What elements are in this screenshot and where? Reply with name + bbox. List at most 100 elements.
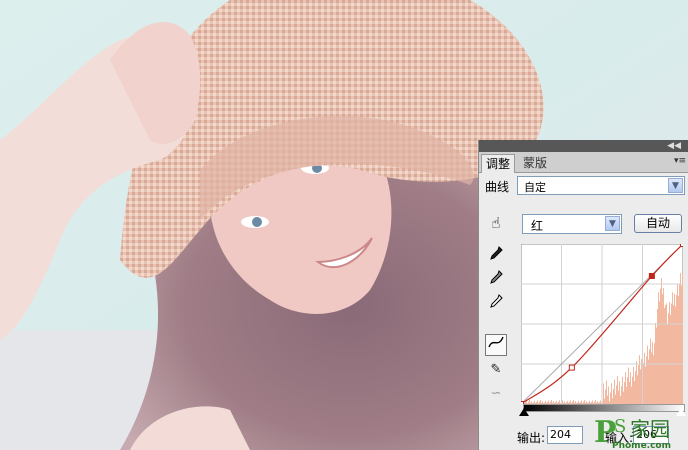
histogram-bar: [615, 394, 616, 404]
histogram-bar: [679, 284, 680, 404]
curve-control-point[interactable]: [648, 273, 655, 279]
histogram-bar: [656, 327, 657, 404]
collapse-icon[interactable]: ◀◀: [667, 140, 681, 152]
histogram-bar: [676, 294, 677, 404]
histogram-bar: [633, 366, 634, 404]
curve-edit-icon[interactable]: [485, 334, 507, 356]
svg-text:Phome.com: Phome.com: [612, 441, 671, 450]
histogram-bar: [648, 359, 649, 404]
output-field[interactable]: 204: [547, 426, 583, 444]
preset-value: 自定: [524, 181, 546, 194]
histogram-bar: [634, 381, 635, 404]
histogram-bar: [611, 383, 612, 404]
histogram-bar: [654, 343, 655, 404]
histogram-bar: [677, 283, 678, 404]
panel-menu-icon[interactable]: ▾≡: [674, 156, 686, 166]
histogram-bar: [638, 365, 639, 404]
histogram-bar: [606, 380, 607, 404]
channel-select[interactable]: 红 ▼: [522, 214, 622, 234]
histogram-bar: [682, 273, 683, 404]
histogram-bar: [622, 376, 623, 404]
pencil-icon[interactable]: ✎: [486, 360, 506, 380]
histogram-bar: [651, 352, 652, 404]
auto-button[interactable]: 自动: [634, 214, 682, 233]
histogram-bar: [663, 288, 664, 404]
watermark-logo: P S 家园 Phome.com: [594, 415, 671, 450]
preset-select[interactable]: 自定 ▼: [517, 176, 685, 195]
histogram-bar: [671, 303, 672, 404]
channel-value: 红: [531, 219, 544, 233]
panel-title-bar[interactable]: ◀◀: [479, 140, 688, 152]
histogram-bar: [653, 355, 654, 404]
tab-adjustments[interactable]: 调整: [481, 154, 516, 173]
histogram-bar: [616, 385, 617, 404]
histogram-bar: [664, 308, 665, 404]
histogram-bar: [637, 375, 638, 404]
histogram-bar: [680, 272, 681, 404]
histogram-bar: [619, 381, 620, 404]
dropdown-arrow-icon[interactable]: ▼: [605, 216, 620, 231]
histogram-bar: [662, 294, 663, 404]
histogram-bar: [659, 301, 660, 404]
histogram-bar: [649, 349, 650, 404]
histogram-bar: [673, 305, 674, 404]
curve-graph[interactable]: [521, 244, 683, 404]
histogram-bar: [666, 303, 667, 404]
output-label: 输出:: [517, 431, 546, 445]
histogram-bar: [645, 366, 646, 404]
histogram-bar: [614, 379, 615, 404]
adjustments-panel: ◀◀ 调整 蒙版 ▾≡ 曲线 自定 ▼ ☝ 红 ▼ 自动 ✎ ∽ 输出: 204…: [478, 140, 688, 450]
histogram-bar: [665, 305, 666, 404]
histogram-bar: [644, 352, 645, 404]
histogram-bar: [647, 345, 648, 404]
histogram-bar: [652, 341, 653, 404]
histogram-bar: [678, 296, 679, 404]
input-gradient-bar: [523, 404, 685, 412]
histogram-bar: [668, 313, 669, 404]
histogram-bar: [674, 293, 675, 404]
histogram-bar: [661, 278, 662, 404]
svg-text:S: S: [614, 416, 626, 437]
histogram-bar: [670, 314, 671, 404]
target-adjust-icon[interactable]: ☝: [485, 212, 507, 234]
histogram-bar: [610, 392, 611, 404]
smooth-icon[interactable]: ∽: [486, 384, 506, 404]
histogram-bar: [650, 338, 651, 404]
histogram-bar: [641, 359, 642, 404]
eyedropper-gray-icon[interactable]: [486, 270, 506, 290]
histogram-bar: [669, 301, 670, 404]
histogram-bar: [635, 371, 636, 404]
curve-control-point[interactable]: [568, 364, 575, 371]
histogram-bar: [657, 309, 658, 404]
curve-control-point[interactable]: [680, 244, 684, 247]
histogram-bar: [643, 362, 644, 404]
histogram-bar: [621, 386, 622, 404]
histogram-bar: [658, 292, 659, 404]
histogram-bar: [636, 361, 637, 404]
tab-masks[interactable]: 蒙版: [519, 154, 551, 172]
histogram-bar: [608, 386, 609, 404]
curves-label: 曲线: [485, 180, 510, 194]
dropdown-arrow-icon[interactable]: ▼: [668, 178, 683, 193]
histogram-bar: [672, 292, 673, 404]
eyedropper-white-icon[interactable]: [486, 294, 506, 314]
histogram-bar: [625, 372, 626, 404]
histogram-bar: [655, 322, 656, 404]
histogram-bar: [630, 372, 631, 404]
histogram-bar: [627, 377, 628, 404]
histogram-bar: [620, 395, 621, 404]
histogram-bar: [646, 356, 647, 404]
histogram-bar: [675, 306, 676, 404]
black-point-slider[interactable]: [519, 408, 529, 416]
histogram-bar: [603, 383, 604, 404]
histogram-bar: [617, 375, 618, 404]
svg-text:家园: 家园: [630, 417, 670, 441]
histogram-bar: [640, 369, 641, 404]
histogram-bar: [629, 381, 630, 404]
histogram-bar: [607, 395, 608, 404]
histogram-bar: [624, 381, 625, 404]
eyedropper-black-icon[interactable]: [486, 246, 506, 266]
histogram-bar: [639, 355, 640, 404]
histogram-bar: [618, 390, 619, 404]
histogram-bar: [623, 391, 624, 404]
